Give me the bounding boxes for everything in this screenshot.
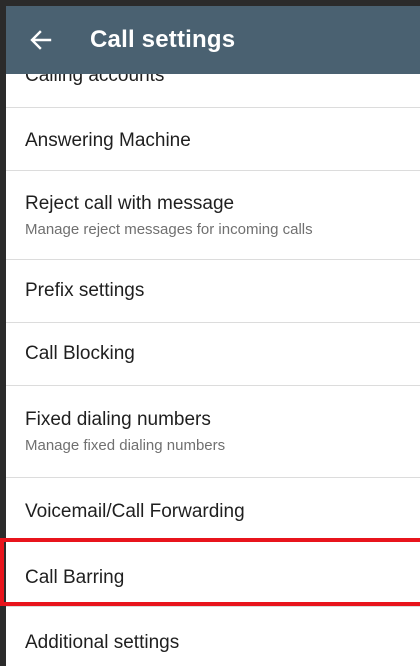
arrow-left-icon [30, 30, 52, 50]
settings-item-label: Fixed dialing numbers [25, 409, 211, 430]
settings-item-label: Answering Machine [25, 130, 191, 151]
app-bar: Call settings [6, 6, 420, 74]
back-button[interactable] [26, 25, 56, 55]
settings-item-additional-settings[interactable]: Additional settings [6, 606, 420, 666]
settings-item-label: Calling accounts [25, 74, 165, 86]
settings-item-fixed-dialing-numbers[interactable]: Fixed dialing numbers Manage fixed diali… [6, 386, 420, 478]
settings-item-prefix-settings[interactable]: Prefix settings [6, 260, 420, 323]
settings-item-label: Additional settings [25, 632, 180, 653]
settings-item-calling-accounts[interactable]: Calling accounts [6, 74, 420, 108]
screen-frame: Call settings Calling accounts Answering… [0, 0, 420, 666]
settings-item-label: Voicemail/Call Forwarding [25, 501, 245, 522]
settings-item-label: Call Barring [25, 567, 125, 588]
settings-item-subtitle: Manage fixed dialing numbers [25, 437, 226, 454]
page-title: Call settings [90, 26, 236, 53]
settings-item-reject-call-with-message[interactable]: Reject call with message Manage reject m… [6, 171, 420, 260]
settings-item-label: Call Blocking [25, 343, 135, 364]
settings-item-label: Prefix settings [25, 280, 145, 301]
settings-item-voicemail-call-forwarding[interactable]: Voicemail/Call Forwarding [6, 478, 420, 541]
settings-item-call-blocking[interactable]: Call Blocking [6, 323, 420, 386]
settings-item-call-barring[interactable]: Call Barring [6, 547, 420, 607]
settings-item-subtitle: Manage reject messages for incoming call… [25, 221, 313, 238]
settings-list: Calling accounts Answering Machine Rejec… [6, 74, 420, 666]
settings-item-label: Reject call with message [25, 193, 235, 214]
settings-item-answering-machine[interactable]: Answering Machine [6, 108, 420, 171]
